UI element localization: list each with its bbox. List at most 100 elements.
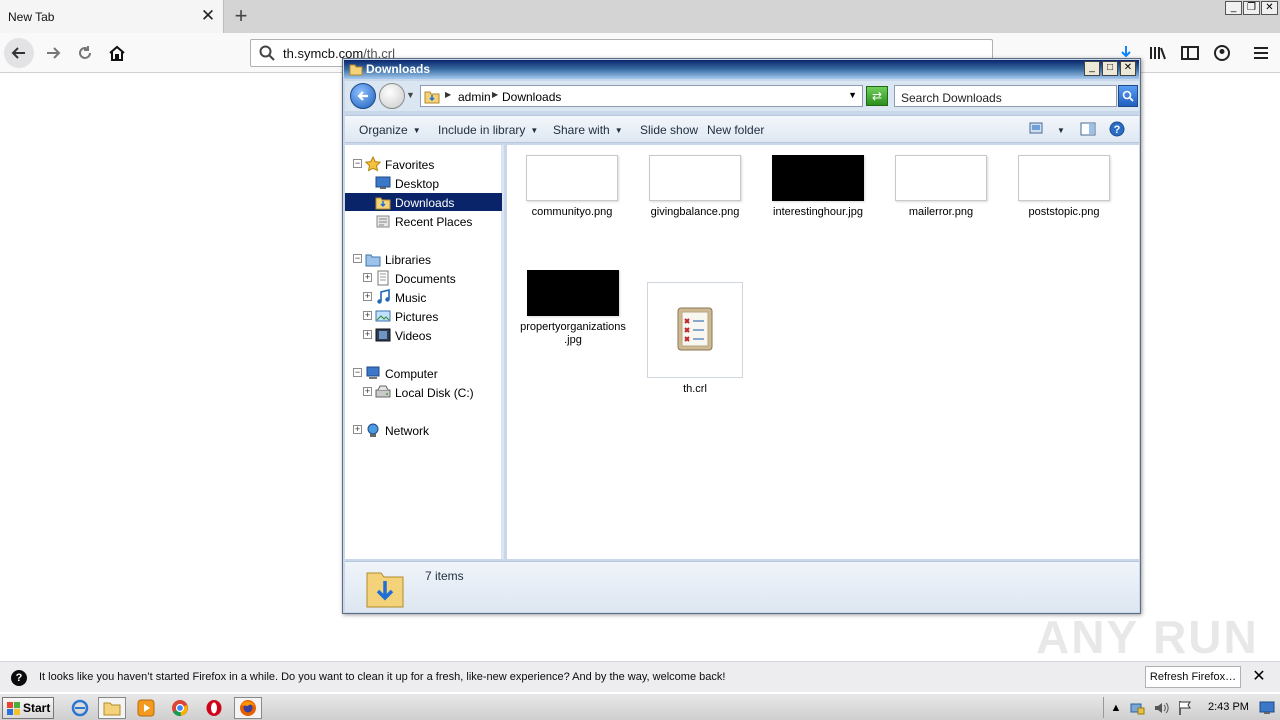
start-label: Start bbox=[23, 701, 51, 715]
minimize-icon[interactable]: _ bbox=[1225, 1, 1242, 15]
file-item[interactable]: poststopic.png bbox=[1009, 155, 1119, 219]
search-input[interactable]: Search Downloads bbox=[894, 85, 1117, 107]
file-item[interactable]: communityo.png bbox=[517, 155, 627, 219]
reload-icon[interactable] bbox=[70, 38, 100, 68]
back-arrow-icon[interactable] bbox=[4, 38, 34, 68]
library-icon[interactable] bbox=[1148, 44, 1168, 62]
search-icon[interactable] bbox=[1118, 85, 1138, 107]
expand-icon[interactable]: + bbox=[363, 292, 372, 301]
preview-pane-icon[interactable] bbox=[1080, 122, 1096, 139]
refresh-firefox-button[interactable]: Refresh Firefox… bbox=[1145, 666, 1241, 688]
expand-icon[interactable]: + bbox=[363, 311, 372, 320]
clock[interactable]: 2:43 PM bbox=[1208, 701, 1249, 713]
explorer-minimize-icon[interactable]: _ bbox=[1084, 61, 1100, 76]
breadcrumb-separator-icon[interactable]: ▶ bbox=[445, 90, 451, 99]
pictures-icon bbox=[375, 308, 391, 324]
opera-icon[interactable] bbox=[200, 697, 228, 719]
refresh-icon[interactable]: ⇄ bbox=[866, 86, 888, 106]
close-icon[interactable]: ✕ bbox=[1250, 668, 1268, 686]
file-name: poststopic.png bbox=[1028, 206, 1100, 218]
file-item[interactable]: givingbalance.png bbox=[640, 155, 750, 219]
nav-item-pictures[interactable]: + Pictures bbox=[345, 307, 502, 325]
nav-item-network[interactable]: + Network bbox=[345, 421, 502, 439]
breadcrumb[interactable]: ▶ admin ▶ Downloads ▼ bbox=[420, 85, 863, 107]
network-tray-icon[interactable] bbox=[1129, 700, 1145, 716]
chrome-icon[interactable] bbox=[166, 697, 194, 719]
tab-close-icon[interactable]: ✕ bbox=[198, 6, 218, 26]
explorer-address-bar: ▼ ▶ admin ▶ Downloads ▼ ⇄ Search Downloa… bbox=[345, 81, 1139, 111]
start-button[interactable]: Start bbox=[2, 697, 54, 719]
share-with-button[interactable]: Share with ▼ bbox=[553, 123, 623, 137]
file-name: interestinghour.jpg bbox=[773, 206, 863, 218]
expand-icon[interactable]: + bbox=[353, 425, 362, 434]
show-hidden-icons-chevron-icon[interactable]: ▲ bbox=[1108, 700, 1124, 716]
nav-item-documents[interactable]: + Documents bbox=[345, 269, 502, 287]
include-in-library-button[interactable]: Include in library ▼ bbox=[438, 123, 538, 137]
file-item[interactable]: th.crl bbox=[640, 282, 750, 396]
folder-download-icon bbox=[375, 194, 391, 210]
recent-locations-chevron-icon[interactable]: ▼ bbox=[406, 90, 415, 100]
breadcrumb-separator-icon[interactable]: ▶ bbox=[492, 90, 498, 99]
organize-button[interactable]: Organize ▼ bbox=[359, 123, 421, 137]
explorer-forward-icon[interactable] bbox=[379, 83, 405, 109]
collapse-icon[interactable]: − bbox=[353, 254, 362, 263]
nav-item-music[interactable]: + Music bbox=[345, 288, 502, 306]
nav-item-computer[interactable]: − Computer bbox=[345, 364, 502, 382]
explorer-maximize-icon[interactable]: □ bbox=[1102, 61, 1118, 76]
nav-item-libraries[interactable]: − Libraries bbox=[345, 250, 502, 268]
home-icon[interactable] bbox=[102, 38, 132, 68]
restore-icon[interactable]: ❐ bbox=[1243, 1, 1260, 15]
collapse-icon[interactable]: − bbox=[353, 159, 362, 168]
nav-item-downloads[interactable]: Downloads bbox=[345, 193, 502, 211]
show-desktop-icon[interactable] bbox=[1259, 700, 1275, 716]
nav-item-recent-places[interactable]: Recent Places bbox=[345, 212, 502, 230]
tab-title: New Tab bbox=[8, 10, 55, 24]
firefox-icon[interactable] bbox=[234, 697, 262, 719]
nav-item-desktop[interactable]: Desktop bbox=[345, 174, 502, 192]
breadcrumb-item-downloads[interactable]: Downloads bbox=[502, 90, 561, 104]
forward-arrow-icon[interactable] bbox=[38, 38, 68, 68]
volume-icon[interactable] bbox=[1153, 700, 1169, 716]
view-chevron-down-icon[interactable]: ▼ bbox=[1057, 126, 1065, 135]
account-icon[interactable] bbox=[1212, 44, 1232, 62]
nav-label: Recent Places bbox=[395, 215, 473, 229]
address-dropdown-icon[interactable]: ▼ bbox=[848, 90, 857, 100]
navigation-pane: − Favorites Desktop Downloads Recent Pla… bbox=[345, 145, 504, 559]
breadcrumb-item-admin[interactable]: admin bbox=[458, 90, 491, 104]
file-item[interactable]: propertyorganizations.jpg bbox=[517, 270, 629, 347]
include-in-library-label: Include in library bbox=[438, 123, 526, 137]
nav-label: Downloads bbox=[395, 196, 455, 210]
expand-icon[interactable]: + bbox=[363, 273, 372, 282]
menu-icon[interactable] bbox=[1251, 44, 1271, 62]
explorer-back-icon[interactable] bbox=[350, 83, 376, 109]
expand-icon[interactable]: + bbox=[363, 330, 372, 339]
nav-item-favorites[interactable]: − Favorites bbox=[345, 155, 502, 173]
nav-item-videos[interactable]: + Videos bbox=[345, 326, 502, 344]
nav-item-local-disk[interactable]: + Local Disk (C:) bbox=[345, 383, 502, 401]
folder-icon bbox=[349, 62, 363, 76]
explorer-close-icon[interactable]: ✕ bbox=[1120, 61, 1136, 76]
star-icon bbox=[364, 155, 382, 172]
expand-icon[interactable]: + bbox=[363, 387, 372, 396]
explorer-titlebar[interactable]: Downloads _ □ ✕ bbox=[344, 60, 1139, 79]
browser-tab[interactable]: New Tab ✕ bbox=[0, 0, 224, 33]
chevron-down-icon: ▼ bbox=[412, 126, 421, 135]
sidebar-icon[interactable] bbox=[1180, 44, 1200, 62]
music-icon bbox=[375, 288, 391, 305]
action-center-flag-icon[interactable] bbox=[1177, 700, 1193, 716]
view-options-icon[interactable] bbox=[1029, 122, 1043, 137]
notification-bar: ? It looks like you haven’t started Fire… bbox=[0, 661, 1280, 692]
file-explorer-icon[interactable] bbox=[98, 697, 126, 719]
help-icon[interactable]: ? bbox=[1109, 121, 1125, 140]
close-icon[interactable]: ✕ bbox=[1261, 1, 1278, 15]
collapse-icon[interactable]: − bbox=[353, 368, 362, 377]
file-name: communityo.png bbox=[531, 206, 613, 218]
slide-show-button[interactable]: Slide show bbox=[640, 123, 698, 137]
media-player-icon[interactable] bbox=[132, 697, 160, 719]
internet-explorer-icon[interactable] bbox=[66, 697, 94, 719]
file-item[interactable]: interestinghour.jpg bbox=[763, 155, 873, 219]
new-folder-button[interactable]: New folder bbox=[707, 123, 764, 137]
new-tab-icon[interactable]: + bbox=[228, 4, 254, 30]
notification-text: It looks like you haven’t started Firefo… bbox=[39, 671, 726, 683]
file-item[interactable]: mailerror.png bbox=[886, 155, 996, 219]
